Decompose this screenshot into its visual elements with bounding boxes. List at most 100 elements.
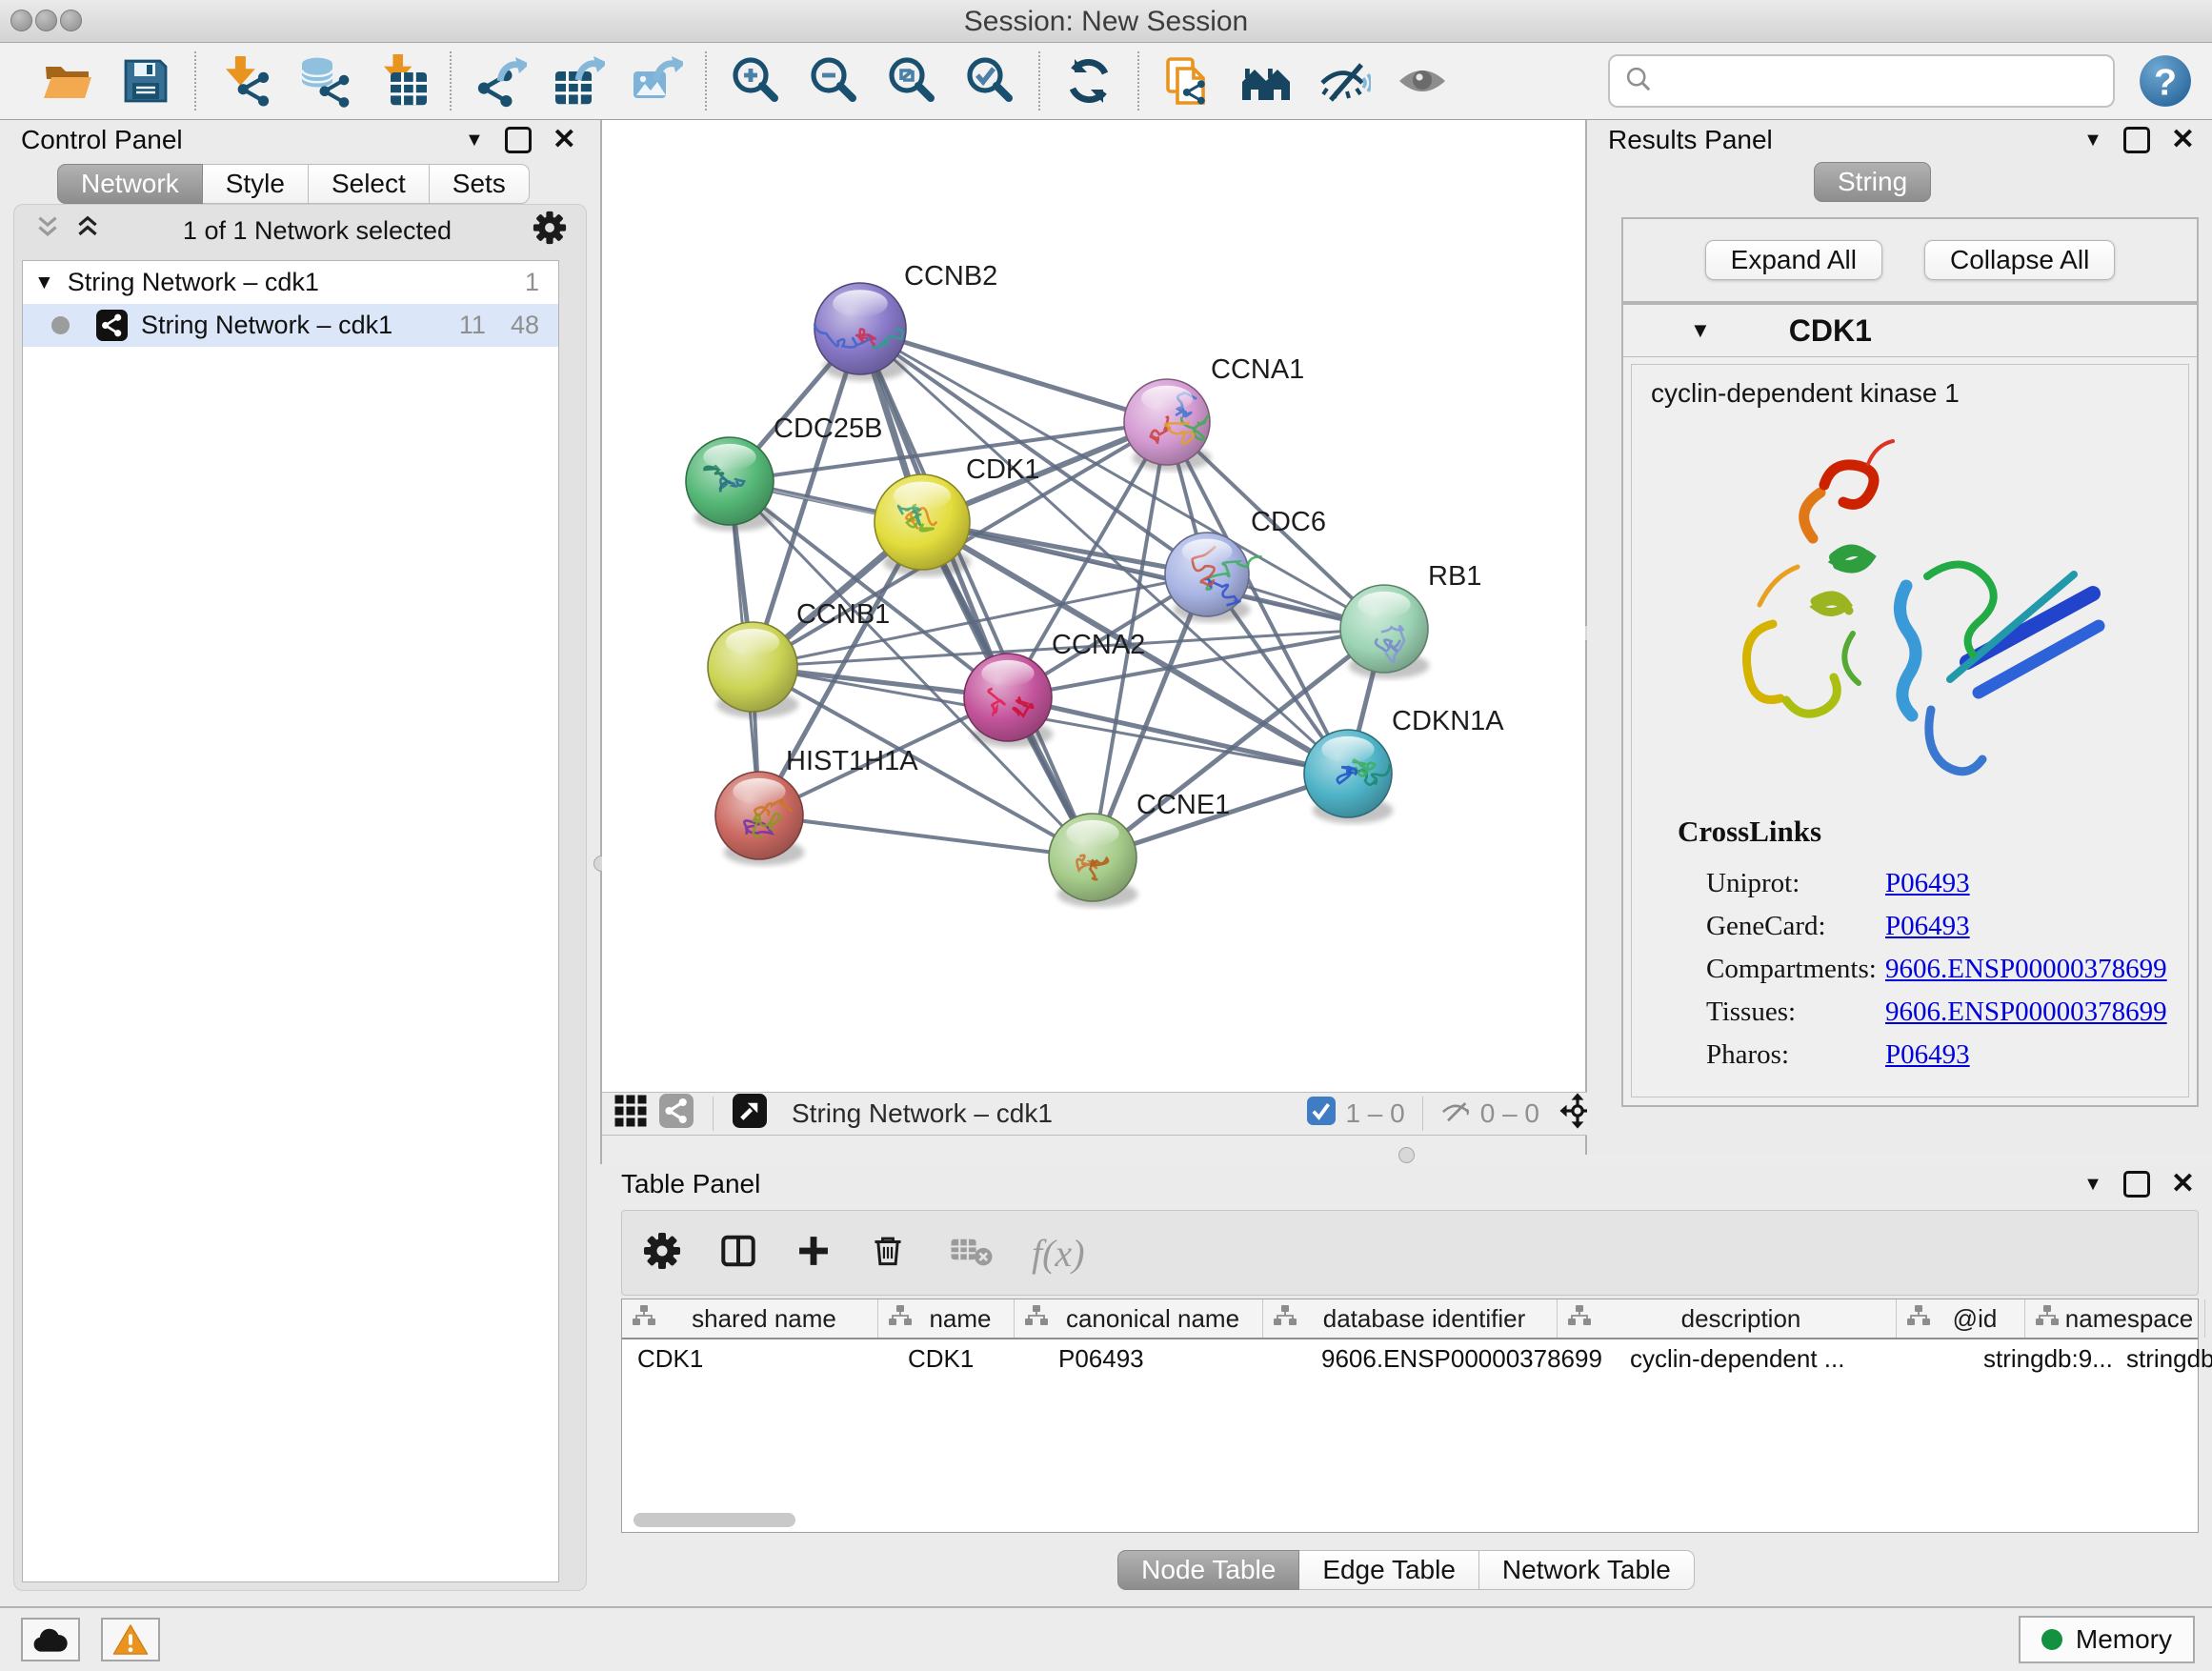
expand-all-icon[interactable] xyxy=(73,214,102,247)
column-header-canonical-name[interactable]: canonical name xyxy=(1015,1299,1263,1338)
control-panel: Control Panel ▼ ✕ NetworkStyleSelectSets… xyxy=(0,120,600,1608)
network-label: String Network – cdk1 xyxy=(141,311,392,340)
results-panel-title: Results Panel xyxy=(1608,125,1773,155)
table-cell[interactable]: 9606.ENSP00000378699 xyxy=(1306,1344,1615,1374)
import-network-icon[interactable] xyxy=(217,53,272,109)
selected-checkbox-icon[interactable] xyxy=(1307,1097,1336,1132)
table-cell[interactable]: P06493 xyxy=(1043,1344,1306,1374)
zoom-selected-icon[interactable] xyxy=(962,53,1017,109)
expander-icon[interactable]: ▼ xyxy=(34,272,54,294)
grid-view-icon[interactable] xyxy=(613,1094,648,1135)
table-cell[interactable]: stringdb:9... xyxy=(1968,1344,2111,1374)
tab-string[interactable]: String xyxy=(1814,162,1931,202)
show-columns-icon[interactable] xyxy=(719,1232,757,1275)
panel-float-icon[interactable] xyxy=(2123,1171,2150,1198)
tree-row-network[interactable]: String Network – cdk1 1148 xyxy=(23,304,558,347)
string-panel-controls: Expand All Collapse All xyxy=(1621,217,2199,303)
collapse-all-button[interactable]: Collapse All xyxy=(1924,240,2115,280)
refresh-icon[interactable] xyxy=(1061,53,1116,109)
add-column-icon[interactable] xyxy=(795,1233,832,1274)
horizontal-splitter-handle[interactable] xyxy=(1398,1147,1415,1163)
import-database-icon[interactable] xyxy=(295,53,351,109)
horizontal-scrollbar[interactable] xyxy=(633,1513,795,1527)
panel-minimize-icon[interactable]: ▼ xyxy=(2083,130,2102,151)
node-label-CDC25B: CDC25B xyxy=(774,413,882,444)
crosslink-row: Uniprot: P06493 xyxy=(1632,862,2188,905)
eye-slash-icon[interactable] xyxy=(1317,53,1372,109)
gear-icon[interactable] xyxy=(533,211,567,252)
cloud-button[interactable] xyxy=(21,1618,80,1661)
zoom-fit-icon[interactable] xyxy=(884,53,939,109)
open-folder-icon[interactable] xyxy=(40,53,95,109)
cdk1-section-header[interactable]: ▼ CDK1 xyxy=(1623,305,2197,357)
panel-float-icon[interactable] xyxy=(505,127,532,153)
panel-minimize-icon[interactable]: ▼ xyxy=(465,130,484,151)
save-icon[interactable] xyxy=(118,53,173,109)
column-header-name[interactable]: name xyxy=(878,1299,1015,1338)
table-row[interactable]: CDK1CDK1P064939606.ENSP00000378699cyclin… xyxy=(622,1339,2198,1378)
network-view-icon[interactable] xyxy=(659,1094,694,1135)
expand-all-button[interactable]: Expand All xyxy=(1705,240,1882,280)
crosslink-link[interactable]: 9606.ENSP00000378699 xyxy=(1885,954,2167,985)
panel-float-icon[interactable] xyxy=(2123,127,2150,153)
tab-edge-table[interactable]: Edge Table xyxy=(1299,1550,1479,1590)
panel-close-icon[interactable]: ✕ xyxy=(2171,1170,2195,1198)
warning-button[interactable] xyxy=(101,1618,160,1661)
table-cell[interactable]: CDK1 xyxy=(622,1344,893,1374)
memory-button[interactable]: Memory xyxy=(2019,1616,2195,1663)
search-input[interactable] xyxy=(1654,66,2100,97)
table-cell[interactable]: CDK1 xyxy=(893,1344,1043,1374)
tab-style[interactable]: Style xyxy=(203,164,309,204)
network-edge[interactable] xyxy=(860,329,1093,857)
delete-column-icon[interactable] xyxy=(870,1232,906,1275)
network-edge[interactable] xyxy=(1008,697,1348,774)
crosslink-link[interactable]: P06493 xyxy=(1885,868,1970,899)
table-cell[interactable]: stringdb xyxy=(2111,1344,2212,1374)
network-canvas[interactable]: CCNB2CCNA1CDC25BCDK1CDC6RB1CCNB1CCNA2CDK… xyxy=(602,120,1585,1092)
gear-icon[interactable] xyxy=(643,1232,681,1275)
panel-close-icon[interactable]: ✕ xyxy=(2171,126,2195,154)
tab-network-table[interactable]: Network Table xyxy=(1479,1550,1695,1590)
panel-minimize-icon[interactable]: ▼ xyxy=(2083,1174,2102,1196)
network-edge[interactable] xyxy=(860,329,1167,422)
crosslinks-title: CrossLinks xyxy=(1632,815,2188,849)
node-gloss xyxy=(1321,736,1374,763)
search-box[interactable] xyxy=(1608,54,2115,108)
function-builder-icon: f(x) xyxy=(1032,1231,1085,1276)
tab-select[interactable]: Select xyxy=(309,164,430,204)
tab-node-table[interactable]: Node Table xyxy=(1117,1550,1299,1590)
zoom-out-icon[interactable] xyxy=(806,53,861,109)
crosslink-link[interactable]: P06493 xyxy=(1885,1039,1970,1071)
tab-network[interactable]: Network xyxy=(57,164,203,204)
crosslink-link[interactable]: 9606.ENSP00000378699 xyxy=(1885,997,2167,1028)
column-header-shared-name[interactable]: shared name xyxy=(622,1299,878,1338)
network-view-toolbar: String Network – cdk1 1 – 0 0 – 0 xyxy=(602,1092,1608,1136)
import-table-icon[interactable] xyxy=(373,53,429,109)
export-image-icon[interactable] xyxy=(629,53,684,109)
column-header-namespace[interactable]: namespace xyxy=(2025,1299,2205,1338)
node-gloss xyxy=(894,482,951,511)
edge-count: 48 xyxy=(511,311,539,340)
panel-close-icon[interactable]: ✕ xyxy=(553,126,576,154)
node-label-CCNA2: CCNA2 xyxy=(1052,630,1145,660)
export-table-icon[interactable] xyxy=(551,53,606,109)
gene-title: CDK1 xyxy=(1789,313,1872,349)
column-header-database-identifier[interactable]: database identifier xyxy=(1263,1299,1558,1338)
collapse-all-icon[interactable] xyxy=(33,214,62,247)
column-header-description[interactable]: description xyxy=(1558,1299,1897,1338)
hierarchy-icon xyxy=(632,1304,656,1334)
birds-eye-view-icon[interactable] xyxy=(733,1094,767,1135)
crosslink-link[interactable]: P06493 xyxy=(1885,911,1970,942)
help-icon[interactable]: ? xyxy=(2138,53,2193,109)
houses-icon[interactable] xyxy=(1238,53,1294,109)
zoom-in-icon[interactable] xyxy=(728,53,783,109)
column-header-@id[interactable]: @id xyxy=(1897,1299,2025,1338)
network-edge[interactable] xyxy=(759,815,1093,857)
export-network-icon[interactable] xyxy=(473,53,528,109)
tree-row-group[interactable]: ▼ String Network – cdk1 1 xyxy=(23,261,558,304)
collapse-caret-icon[interactable]: ▼ xyxy=(1690,318,1711,343)
hidden-eye-slash-icon[interactable] xyxy=(1440,1096,1471,1133)
tab-sets[interactable]: Sets xyxy=(430,164,530,204)
table-cell[interactable]: cyclin-dependent ... xyxy=(1615,1344,1968,1374)
copy-documents-icon[interactable] xyxy=(1160,53,1216,109)
